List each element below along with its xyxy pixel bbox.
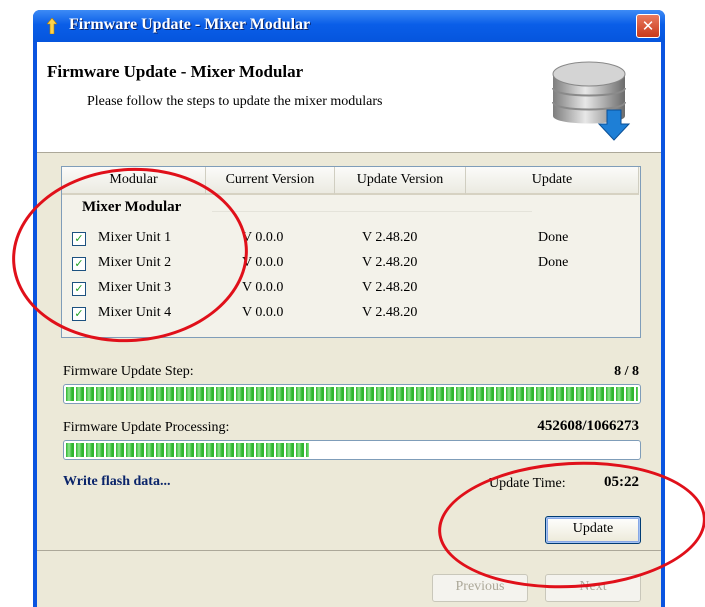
database-download-icon [552, 61, 631, 141]
wizard-header: Firmware Update - Mixer Modular Please f… [37, 42, 661, 153]
column-header-update[interactable]: Update [466, 167, 639, 195]
step-progress-bar [63, 384, 641, 404]
window-title: Firmware Update - Mixer Modular [69, 16, 311, 33]
close-icon: ✕ [641, 17, 655, 35]
header-title: Firmware Update - Mixer Modular [47, 62, 304, 81]
current-version: V 0.0.0 [242, 305, 284, 320]
update-version: V 2.48.20 [362, 280, 418, 295]
close-button[interactable]: ✕ [636, 14, 660, 38]
step-progress-fill [66, 387, 638, 401]
step-label: Firmware Update Step: [63, 364, 194, 379]
processing-label: Firmware Update Processing: [63, 420, 230, 435]
header-subtitle: Please follow the steps to update the mi… [87, 94, 383, 109]
update-version: V 2.48.20 [362, 305, 418, 320]
current-version: V 0.0.0 [242, 230, 284, 245]
current-version: V 0.0.0 [242, 280, 284, 295]
processing-progress-fill [66, 443, 309, 457]
column-header-update-version[interactable]: Update Version [335, 167, 466, 195]
update-status: Done [538, 230, 569, 245]
column-header-current-version[interactable]: Current Version [206, 167, 335, 195]
processing-value: 452608/1066273 [537, 418, 639, 434]
status-message: Write flash data... [63, 474, 171, 489]
update-version: V 2.48.20 [362, 230, 418, 245]
processing-progress-bar [63, 440, 641, 460]
current-version: V 0.0.0 [242, 255, 284, 270]
update-version: V 2.48.20 [362, 255, 418, 270]
step-value: 8 / 8 [614, 364, 639, 379]
update-status: Done [538, 255, 569, 270]
group-divider [212, 211, 532, 212]
app-arrow-icon [47, 18, 57, 34]
title-bar[interactable]: Firmware Update - Mixer Modular ✕ [33, 10, 665, 42]
